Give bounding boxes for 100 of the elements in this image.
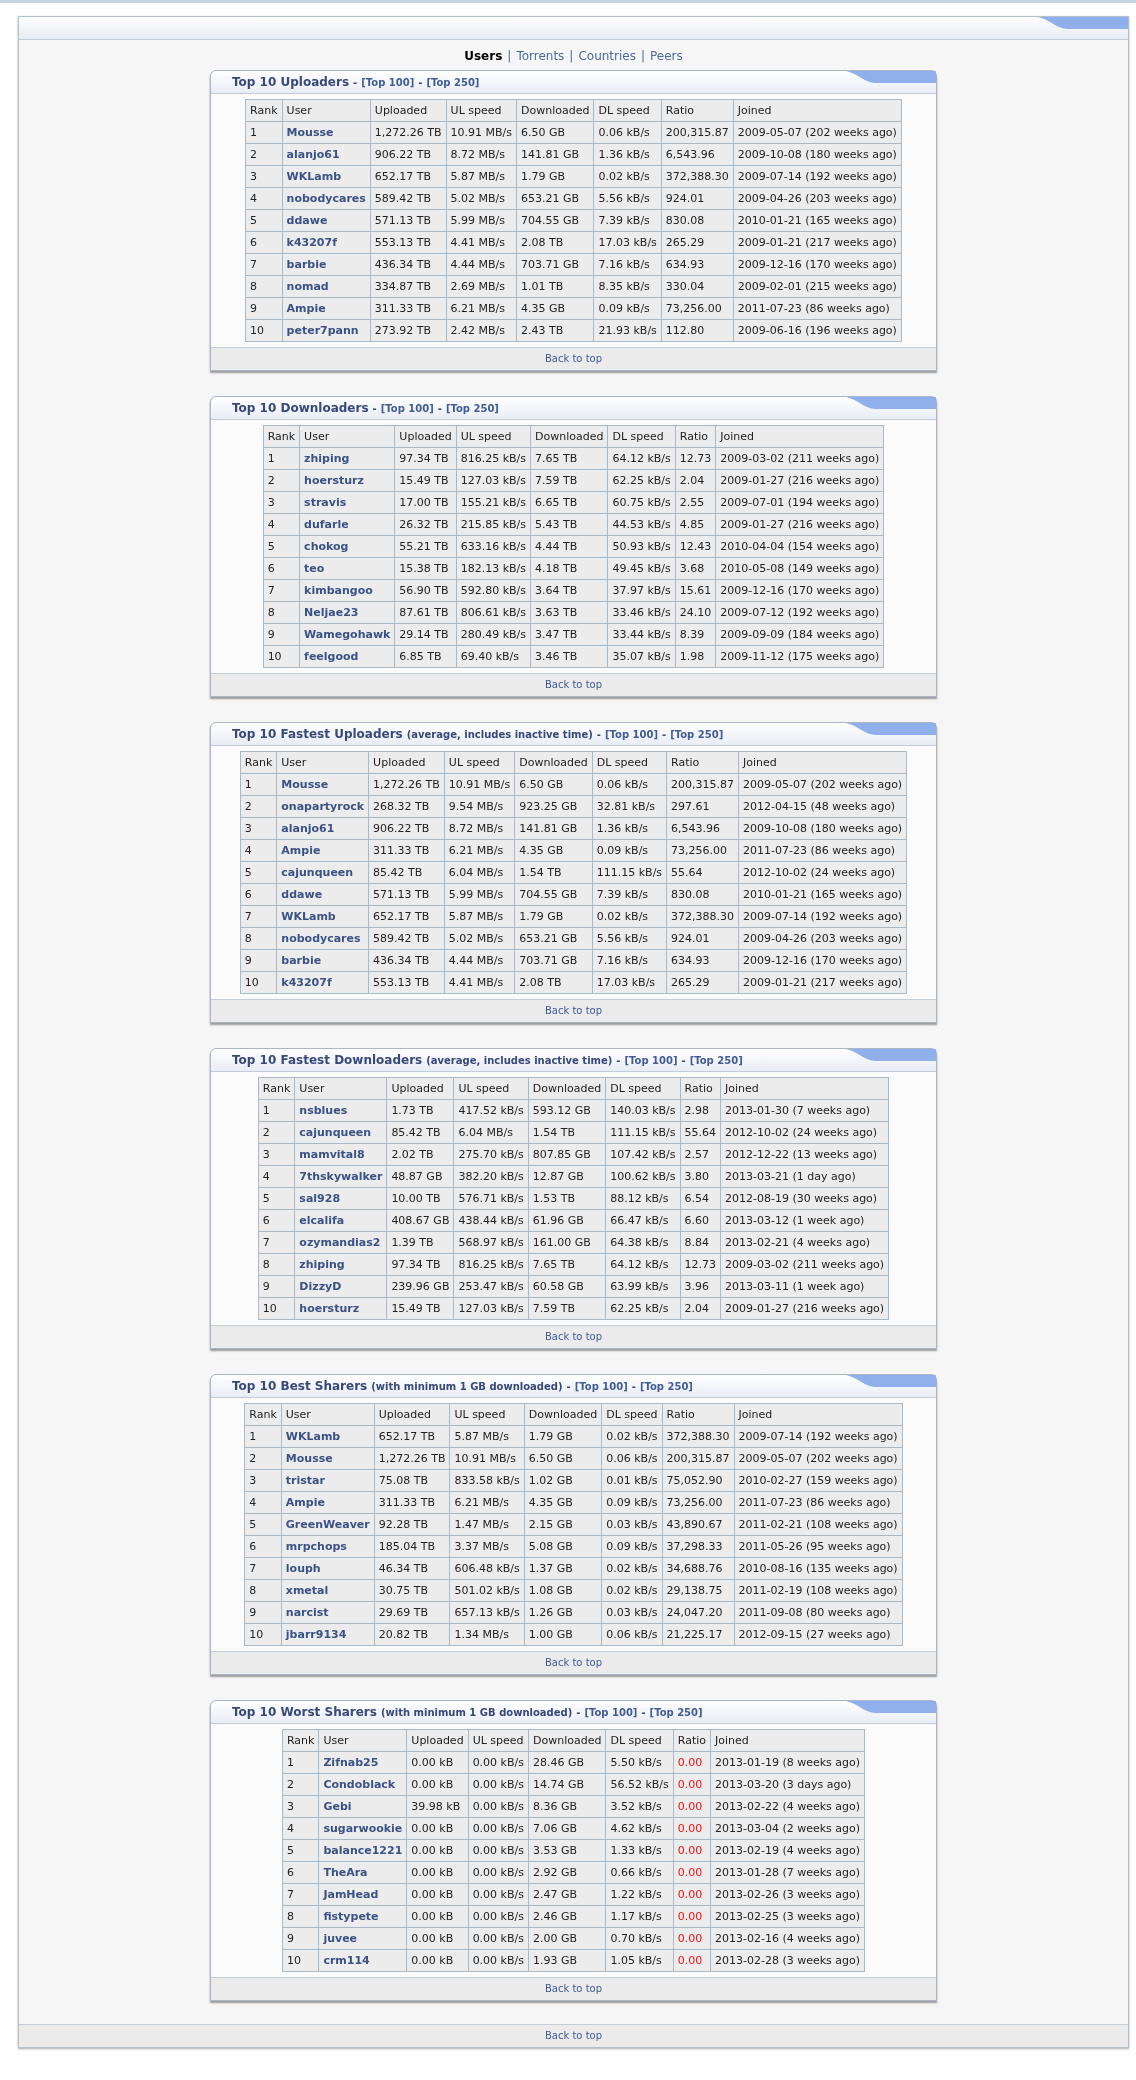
table-cell: 3 (258, 1143, 295, 1166)
user-link[interactable]: alanjo61 (286, 148, 340, 161)
user-link[interactable]: kimbangoo (304, 584, 373, 597)
link-separator: - (353, 77, 358, 88)
top-list-link[interactable]: [Top 250] (689, 1055, 743, 1066)
user-link[interactable]: Ampie (286, 302, 326, 315)
user-link[interactable]: ddawe (286, 214, 328, 227)
nav-tab[interactable]: Countries (578, 49, 636, 63)
top-list-link[interactable]: [Top 250] (649, 1707, 703, 1718)
column-header: Joined (738, 751, 907, 774)
table-cell: 3 (245, 165, 283, 188)
table-cell: 2010-05-08 (149 weeks ago) (715, 557, 884, 580)
link-separator: - (641, 1707, 646, 1718)
user-link[interactable]: TheAra (323, 1866, 368, 1879)
table-cell: 9 (245, 297, 283, 320)
user-link[interactable]: Ampie (285, 1496, 325, 1509)
user-link[interactable]: tristar (285, 1474, 325, 1487)
user-link[interactable]: elcalifa (299, 1214, 345, 1227)
user-link[interactable]: balance1221 (323, 1844, 403, 1857)
user-link[interactable]: Mousse (285, 1452, 333, 1465)
back-to-top-link[interactable]: Back to top (544, 353, 603, 364)
top-list-link[interactable]: [Top 100] (584, 1707, 638, 1718)
user-link[interactable]: WKLamb (286, 170, 341, 183)
table-cell: 2013-03-20 (3 days ago) (710, 1773, 865, 1796)
table-cell: 8 (244, 1579, 282, 1602)
user-link[interactable]: juvee (323, 1932, 358, 1945)
user-link[interactable]: Gebi (323, 1800, 352, 1813)
user-link[interactable]: Mousse (281, 778, 329, 791)
user-link[interactable]: stravis (304, 496, 347, 509)
top-list-link[interactable]: [Top 100] (605, 729, 659, 740)
table-cell: 8 (240, 927, 277, 950)
column-header: UL speed (444, 751, 515, 774)
column-header: Uploaded (406, 1729, 469, 1752)
user-link[interactable]: ddawe (281, 888, 323, 901)
user-link[interactable]: hoersturz (304, 474, 364, 487)
back-to-top-link[interactable]: Back to top (544, 1983, 603, 1994)
user-link[interactable]: 7thskywalker (299, 1170, 383, 1183)
user-link[interactable]: alanjo61 (281, 822, 335, 835)
user-link[interactable]: Ampie (281, 844, 321, 857)
user-link[interactable]: WKLamb (281, 910, 336, 923)
table-cell: 2013-03-11 (1 week ago) (720, 1275, 889, 1298)
user-link[interactable]: WKLamb (285, 1430, 341, 1443)
user-link[interactable]: Mousse (286, 126, 334, 139)
top-list-link[interactable]: [Top 250] (445, 403, 499, 414)
user-link[interactable]: mrpchops (285, 1540, 347, 1553)
user-link[interactable]: narcist (285, 1606, 329, 1619)
table-cell: 2009-07-12 (192 weeks ago) (715, 601, 884, 624)
user-link[interactable]: nobodycares (286, 192, 366, 205)
user-link[interactable]: DizzyD (299, 1280, 342, 1293)
user-link[interactable]: cajunqueen (281, 866, 354, 879)
user-link[interactable]: mamvital8 (299, 1148, 365, 1161)
user-link[interactable]: louph (285, 1562, 321, 1575)
column-header: Joined (733, 99, 902, 122)
user-link[interactable]: nsblues (299, 1104, 348, 1117)
nav-tab[interactable]: Torrents (516, 49, 565, 63)
user-link[interactable]: peter7pann (286, 324, 359, 337)
nav-tab[interactable]: Peers (650, 49, 683, 63)
user-link[interactable]: hoersturz (299, 1302, 360, 1315)
user-link[interactable]: Zifnab25 (323, 1756, 379, 1769)
user-link[interactable]: fistypete (323, 1910, 379, 1923)
user-link[interactable]: k43207f (286, 236, 337, 249)
back-to-top-link[interactable]: Back to top (544, 2030, 603, 2041)
top-list-link[interactable]: [Top 250] (639, 1381, 693, 1392)
top-list-link[interactable]: [Top 250] (670, 729, 724, 740)
user-link[interactable]: feelgood (304, 650, 359, 663)
user-link[interactable]: dufarle (304, 518, 349, 531)
user-link[interactable]: zhiping (299, 1258, 345, 1271)
top-list-link[interactable]: [Top 100] (624, 1055, 678, 1066)
back-to-top-link[interactable]: Back to top (544, 1005, 603, 1016)
user-link[interactable]: barbie (286, 258, 327, 271)
user-link[interactable]: Neljae23 (304, 606, 359, 619)
user-link[interactable]: onapartyrock (281, 800, 365, 813)
user-link[interactable]: barbie (281, 954, 322, 967)
user-link[interactable]: nomad (286, 280, 329, 293)
link-separator: - (631, 1381, 636, 1392)
user-link[interactable]: GreenWeaver (285, 1518, 370, 1531)
user-link[interactable]: chokog (304, 540, 349, 553)
top-list-link[interactable]: [Top 250] (426, 77, 480, 88)
user-link[interactable]: crm114 (323, 1954, 370, 1967)
user-link[interactable]: k43207f (281, 976, 332, 989)
back-to-top-link[interactable]: Back to top (544, 679, 603, 690)
user-link[interactable]: Condoblack (323, 1778, 396, 1791)
user-link[interactable]: sugarwookie (323, 1822, 403, 1835)
nav-tab[interactable]: Users (464, 49, 503, 63)
back-to-top-link[interactable]: Back to top (544, 1331, 603, 1342)
user-link[interactable]: JamHead (323, 1888, 379, 1901)
column-header: Joined (715, 425, 884, 448)
user-link[interactable]: cajunqueen (299, 1126, 372, 1139)
user-link[interactable]: teo (304, 562, 325, 575)
top-list-link[interactable]: [Top 100] (574, 1381, 628, 1392)
user-link[interactable]: xmetal (285, 1584, 329, 1597)
user-link[interactable]: ozymandias2 (299, 1236, 381, 1249)
back-to-top-link[interactable]: Back to top (544, 1657, 603, 1668)
user-link[interactable]: jbarr9134 (285, 1628, 347, 1641)
user-link[interactable]: nobodycares (281, 932, 361, 945)
user-link[interactable]: zhiping (304, 452, 350, 465)
user-link[interactable]: sal928 (299, 1192, 341, 1205)
top-list-link[interactable]: [Top 100] (361, 77, 415, 88)
top-list-link[interactable]: [Top 100] (380, 403, 434, 414)
user-link[interactable]: Wamegohawk (304, 628, 391, 641)
